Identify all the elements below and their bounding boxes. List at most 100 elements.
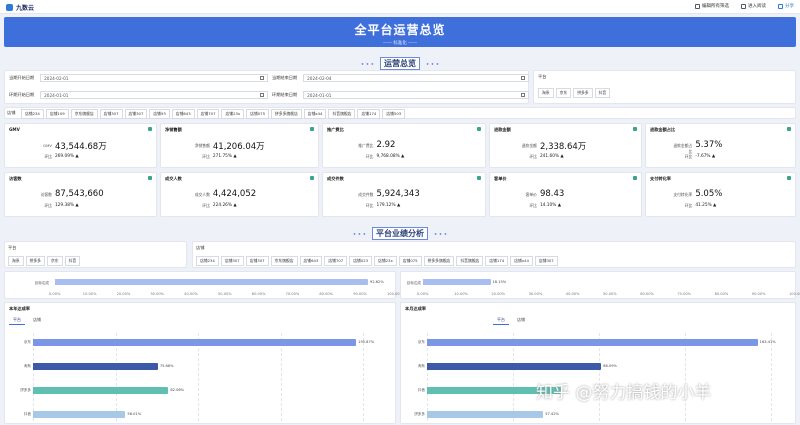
- current-start-input[interactable]: 2024-02-01: [40, 74, 269, 82]
- shop-option[interactable]: 店铺234: [196, 256, 219, 266]
- export-icon[interactable]: [477, 176, 481, 180]
- shop-option[interactable]: 店铺023: [349, 256, 373, 266]
- chart-bar[interactable]: [427, 363, 602, 370]
- compare-end-field: 环期结束日期 2024-01-01: [272, 91, 530, 99]
- shop-option[interactable]: 店铺503: [382, 109, 406, 119]
- metric-label: 客单价: [494, 176, 507, 181]
- platform-option[interactable]: 拼多多: [573, 88, 593, 98]
- bar-value-label: 195.87%: [358, 340, 375, 344]
- shop-option[interactable]: 店铺307: [245, 256, 269, 266]
- gridline: [513, 333, 514, 421]
- export-icon[interactable]: [148, 127, 152, 131]
- export-icon[interactable]: [787, 127, 791, 131]
- chart-bar[interactable]: [427, 339, 758, 346]
- shop-option[interactable]: 店铺307: [220, 256, 244, 266]
- chart-tabs: 平台 店铺: [493, 316, 529, 325]
- section-title-performance: • • • 平台业绩分析 • • •: [352, 227, 448, 240]
- shop-option[interactable]: 店铺075: [398, 256, 422, 266]
- metric-name: 支付转化率: [673, 192, 693, 197]
- shop-option[interactable]: 京东旗舰店: [270, 256, 298, 266]
- shop-option[interactable]: 店铺23x: [374, 256, 397, 266]
- chart-bar[interactable]: [33, 363, 158, 370]
- year-achievement-chart: 本年达成率 平台 店铺 京东 195.87% 淘系 75.66% 拼多多 82.06% 抖音…: [4, 302, 396, 424]
- chart-bar[interactable]: [33, 411, 126, 418]
- metric-name: 客单价: [525, 192, 537, 197]
- metric-name: 推广费比: [358, 143, 374, 148]
- reading-mode-button[interactable]: 进入阅读: [741, 3, 766, 9]
- metric-label: 推广费比: [327, 127, 344, 132]
- compare-end-input[interactable]: 2024-01-01: [303, 91, 530, 99]
- shop-option[interactable]: 店铺93: [149, 109, 170, 119]
- metric-card: 退款金额 退款金额 2,338.64万 环比 241.60% ▲: [489, 123, 642, 168]
- chart-title: 本年达成率: [9, 306, 30, 311]
- shop-option[interactable]: 店铺307: [99, 109, 123, 119]
- chart-bar[interactable]: [33, 387, 169, 394]
- tab-platform[interactable]: 平台: [493, 316, 509, 325]
- axis-tick-label: 40.00%: [184, 292, 198, 296]
- app-name: 九数云: [16, 5, 35, 12]
- platform-option[interactable]: 淘系: [538, 88, 554, 98]
- platform-option[interactable]: 拼多多: [25, 256, 45, 266]
- shop-option[interactable]: 店铺307: [534, 256, 558, 266]
- platform-option[interactable]: 京东: [555, 88, 572, 98]
- shop-option[interactable]: 店铺643: [299, 256, 323, 266]
- shop-option[interactable]: 京东旗舰店: [70, 109, 98, 119]
- shop-option[interactable]: 店铺x44: [510, 256, 533, 266]
- platform-option[interactable]: 抖音: [594, 88, 611, 98]
- shop-option[interactable]: 店铺307: [124, 109, 148, 119]
- shop-option[interactable]: 店铺174: [485, 256, 509, 266]
- shop-option[interactable]: 抖音旗舰店: [328, 109, 356, 119]
- target-progress-right: 目标达成 18.15% 0.00% 10.00% 20.00% 30.00% 40.00…: [400, 271, 800, 299]
- shop-option[interactable]: 店铺x44: [303, 109, 327, 119]
- shop-option[interactable]: 店铺643: [171, 109, 195, 119]
- tab-shop[interactable]: 店铺: [513, 316, 529, 325]
- shop-option[interactable]: 店铺109: [45, 109, 69, 119]
- metric-name: GMV: [43, 143, 52, 148]
- progress-bar: [55, 279, 369, 285]
- export-icon[interactable]: [633, 127, 637, 131]
- export-icon[interactable]: [633, 176, 637, 180]
- metric-value: 43,544.68万: [54, 142, 107, 152]
- shop-option[interactable]: 拼多多旗舰店: [423, 256, 455, 266]
- dashboard-subtitle: —— 标准化 ——: [382, 41, 418, 46]
- chart-bar[interactable]: [33, 339, 357, 346]
- metric-card: 退款金额占比 退款金额占比 5.37% 环比 -7.67% ▲: [645, 123, 796, 168]
- shop-option[interactable]: 店铺707: [324, 256, 348, 266]
- platform-option[interactable]: 抖音: [64, 256, 81, 266]
- metric-label: 成交人数: [165, 176, 182, 181]
- shop-option[interactable]: 店铺707: [196, 109, 220, 119]
- app-logo[interactable]: 九数云: [6, 3, 34, 12]
- edit-filters-button[interactable]: 编辑所有筛选: [695, 3, 729, 9]
- export-icon[interactable]: [310, 176, 314, 180]
- calendar-icon: [521, 93, 526, 97]
- tab-platform[interactable]: 平台: [9, 316, 25, 325]
- shop-option[interactable]: 拼多多旗舰店: [271, 109, 302, 119]
- platform-option[interactable]: 淘系: [8, 256, 24, 266]
- axis-tick-label: 80.00%: [319, 292, 334, 296]
- shop-option[interactable]: 店铺075: [246, 109, 270, 119]
- compare-name: 环比: [684, 203, 693, 208]
- shop-option[interactable]: 店铺174: [357, 109, 381, 119]
- metric-name: 成交件数: [358, 192, 374, 197]
- share-button[interactable]: 分享: [778, 3, 794, 9]
- shop-option[interactable]: 店铺23x: [221, 109, 245, 119]
- category-label: 抖音: [417, 388, 425, 392]
- progress-value: 18.15%: [492, 280, 507, 284]
- export-icon[interactable]: [310, 127, 314, 131]
- export-icon[interactable]: [787, 176, 791, 180]
- shop-options-2: 店铺234 店铺307 店铺307 京东旗舰店 店铺643 店铺707 店铺023 店铺23x…: [196, 256, 558, 266]
- current-end-input[interactable]: 2024-02-04: [303, 74, 530, 82]
- compare-start-input[interactable]: 2024-01-01: [40, 91, 269, 99]
- shop-option[interactable]: 抖音旗舰店: [456, 256, 484, 266]
- chart-bar[interactable]: [427, 411, 544, 418]
- logo-icon: [6, 4, 13, 11]
- tab-shop[interactable]: 店铺: [29, 316, 45, 325]
- current-end-field: 当期结束日期 2024-02-04: [272, 74, 530, 82]
- category-label: 拼多多: [20, 388, 31, 392]
- export-icon[interactable]: [148, 176, 152, 180]
- export-icon[interactable]: [477, 127, 481, 131]
- platform-option[interactable]: 京东: [46, 256, 63, 266]
- metric-value: 2,338.64万: [539, 142, 587, 152]
- platform-label-2: 平台: [8, 245, 17, 250]
- shop-option[interactable]: 店铺234: [21, 109, 44, 119]
